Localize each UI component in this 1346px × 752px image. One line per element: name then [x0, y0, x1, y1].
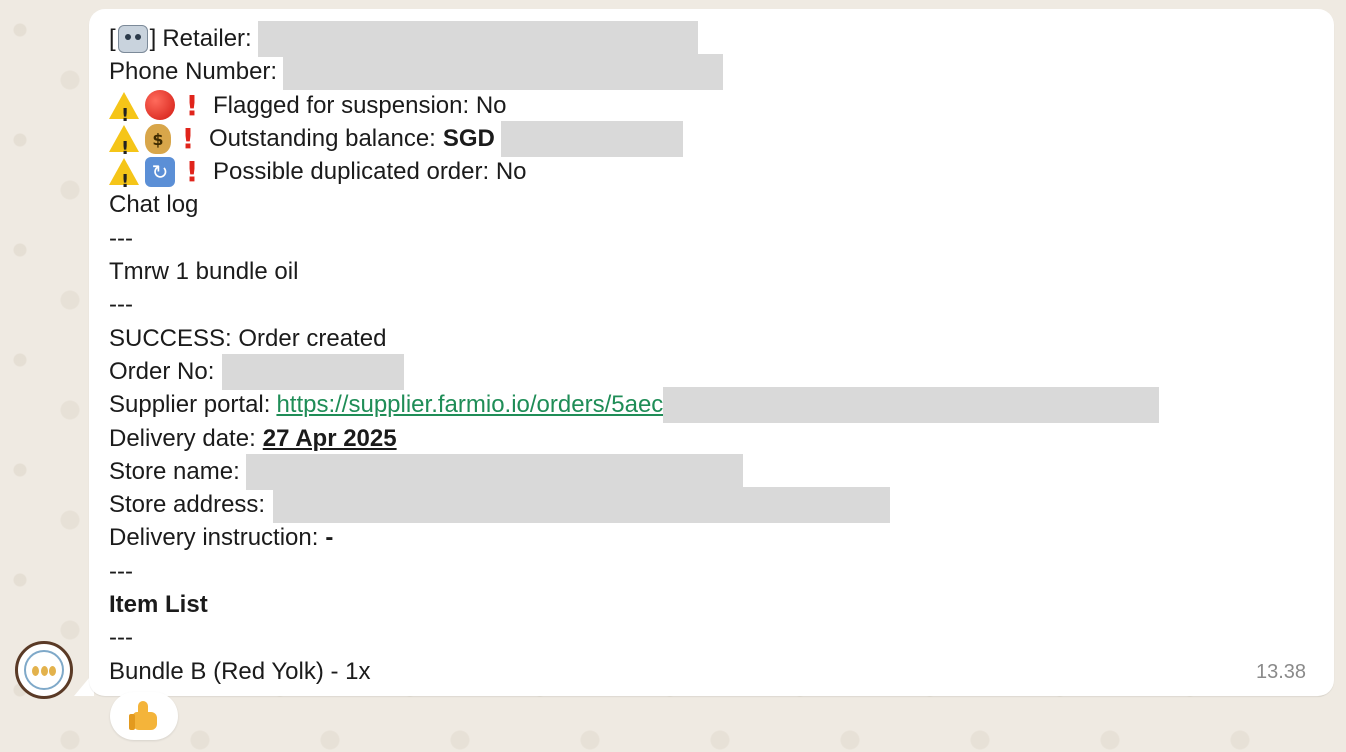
outstanding-currency: SGD [442, 124, 495, 152]
item-line: Bundle B (Red Yolk) - 1x [109, 657, 371, 685]
separator: --- [109, 291, 133, 319]
flagged-text: Flagged for suspension: No [213, 91, 507, 119]
exclamation-icon: ! [185, 155, 199, 189]
delivery-date-value[interactable]: 27 Apr 2025 [263, 422, 397, 455]
red-circle-icon [145, 90, 175, 121]
message-body: [ ] Retailer: Phone Number: ! Flagged fo… [109, 20, 1259, 688]
success-text: SUCCESS: Order created [109, 324, 387, 352]
message-timestamp: 13.38 [1256, 661, 1307, 683]
delivery-instruction-label: Delivery instruction: [109, 524, 319, 552]
robot-icon [117, 24, 148, 53]
separator: --- [109, 224, 133, 252]
phone-label: Phone Number: [109, 58, 278, 86]
phone-line: Phone Number: [109, 53, 1259, 90]
money-bag-icon: $ [145, 123, 171, 154]
separator: --- [109, 557, 133, 585]
order-no-redacted [222, 353, 405, 390]
order-no-label: Order No: [109, 357, 215, 385]
outstanding-redacted [500, 120, 683, 157]
supplier-portal-label: Supplier portal: [109, 391, 271, 419]
repeat-icon: ↻ [145, 156, 175, 187]
outstanding-line: $ ! Outstanding balance: SGD [109, 120, 1259, 165]
exclamation-icon: ! [181, 121, 195, 155]
retailer-redacted [257, 20, 698, 57]
supplier-portal-line: Supplier portal: https://supplier.farmio… [109, 386, 1259, 423]
flagged-line: ! Flagged for suspension: No [109, 88, 1259, 132]
thumbs-up-icon [129, 701, 159, 731]
outstanding-label: Outstanding balance: [209, 124, 436, 152]
warning-icon [109, 91, 139, 132]
store-name-redacted [245, 453, 743, 490]
retailer-line: [ ] Retailer: [109, 20, 1259, 57]
phone-redacted [283, 53, 724, 90]
order-no-line: Order No: [109, 353, 1259, 390]
delivery-instruction-value: - [325, 524, 334, 552]
reaction-badge[interactable] [110, 692, 178, 740]
duplicate-text: Possible duplicated order: No [213, 158, 527, 186]
bracket-open: [ [109, 25, 116, 52]
warning-icon [109, 158, 139, 199]
supplier-portal-link[interactable]: https://supplier.farmio.io/orders/5aec [276, 388, 663, 421]
delivery-date-line: Delivery date: 27 Apr 2025 [109, 422, 1259, 455]
store-address-redacted [273, 486, 891, 523]
supplier-link-redacted [663, 386, 1160, 423]
avatar-logo [32, 666, 56, 676]
delivery-instruction-line: Delivery instruction: - [109, 521, 1259, 554]
sender-avatar[interactable] [15, 641, 73, 699]
chat-line: Tmrw 1 bundle oil [109, 258, 299, 286]
item-list-label: Item List [109, 591, 208, 619]
chat-log-label: Chat log [109, 191, 199, 219]
duplicate-line: ↻ ! Possible duplicated order: No [109, 155, 1259, 199]
bracket-close: ] [149, 25, 157, 52]
warning-icon [109, 125, 139, 165]
store-address-label: Store address: [109, 491, 266, 519]
delivery-date-label: Delivery date: [109, 424, 256, 452]
separator: --- [109, 624, 133, 652]
exclamation-icon: ! [185, 88, 199, 122]
store-name-label: Store name: [109, 457, 240, 485]
retailer-label: Retailer: [162, 25, 252, 52]
store-name-line: Store name: [109, 453, 1259, 490]
store-address-line: Store address: [109, 486, 1259, 523]
